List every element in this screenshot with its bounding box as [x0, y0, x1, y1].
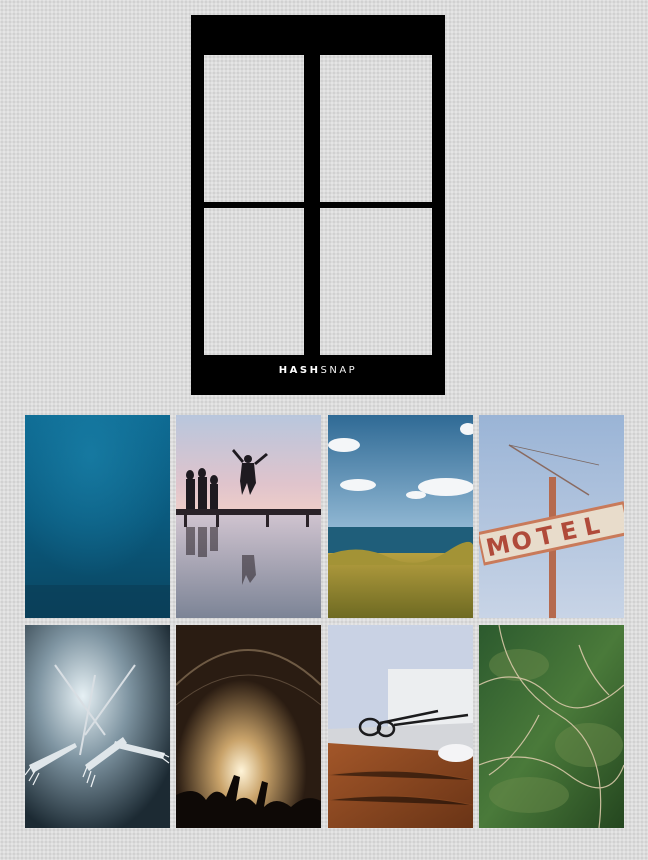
- pier-image: [176, 415, 321, 618]
- concert-image: [176, 625, 321, 828]
- photo-motel-sign[interactable]: M O T E L: [479, 415, 624, 618]
- photo-laptop-glasses[interactable]: [328, 625, 473, 828]
- hashsnap-logo: HASHSNAP: [191, 365, 445, 376]
- photo-aerial-landscape[interactable]: [479, 625, 624, 828]
- desk-image: [328, 625, 473, 828]
- motel-image: M O T E L: [479, 415, 624, 618]
- photo-coastal-grass[interactable]: [328, 415, 473, 618]
- brand-text-bold: HASH: [278, 365, 321, 376]
- photo-pier-silhouettes[interactable]: [176, 415, 321, 618]
- frame-slot-bottom-right[interactable]: [320, 208, 432, 355]
- photo-grid: M O T E L: [25, 415, 625, 828]
- coast-image: [328, 415, 473, 618]
- aerial-image: [479, 625, 624, 828]
- frame-slot-top-left[interactable]: [204, 55, 304, 202]
- brand-text-light: SNAP: [320, 365, 358, 376]
- photo-underwater-ocean[interactable]: [25, 415, 170, 618]
- photo-frame-template: HASHSNAP: [191, 15, 445, 395]
- photo-forks[interactable]: [25, 625, 170, 828]
- photo-concert[interactable]: [176, 625, 321, 828]
- frame-slot-top-right[interactable]: [320, 55, 432, 202]
- forks-image: [25, 625, 170, 828]
- frame-slot-bottom-left[interactable]: [204, 208, 304, 355]
- underwater-image: [25, 415, 170, 618]
